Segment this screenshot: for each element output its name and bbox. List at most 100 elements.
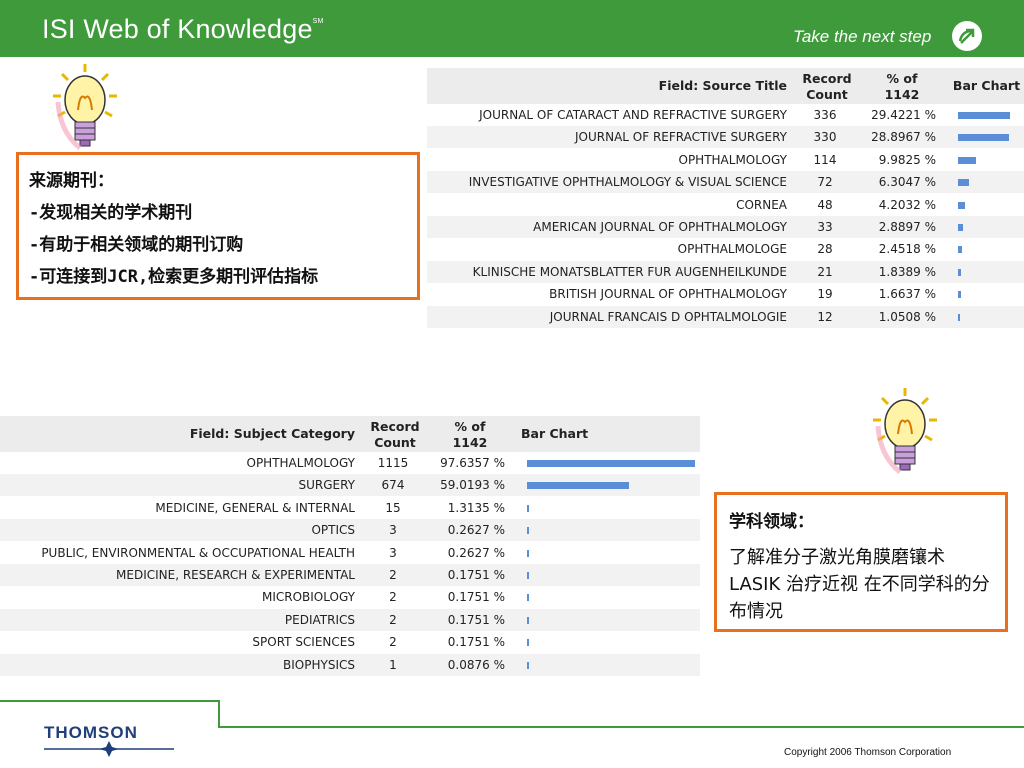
row-name-link[interactable]: OPHTHALMOLOGE [678, 238, 787, 260]
percent-header-1[interactable]: % of [440, 419, 500, 434]
field-header[interactable]: Field: Source Title [617, 78, 787, 93]
table-row: SURGERY 674 59.0193 % [0, 474, 700, 497]
table-row: CORNEA 48 4.2032 % [427, 194, 1024, 216]
table-row: KLINISCHE MONATSBLATTER FUR AUGENHEILKUN… [427, 260, 1024, 283]
row-name-link[interactable]: CORNEA [736, 194, 787, 216]
percent-value: 1.6637 % [878, 287, 936, 302]
note-line: -有助于相关领域的期刊订购 [29, 235, 244, 255]
record-count: 674 [381, 478, 405, 493]
record-count: 19 [817, 287, 833, 302]
table-row: OPHTHALMOLOGY 114 9.9825 % [427, 149, 1024, 171]
row-name-link[interactable]: JOURNAL OF REFRACTIVE SURGERY [575, 126, 787, 148]
bar-chart-bar [527, 460, 695, 467]
table-row: BRITISH JOURNAL OF OPHTHALMOLOGY 19 1.6637… [427, 283, 1024, 305]
bar-chart-bar [527, 661, 529, 669]
footer-divider [0, 700, 219, 702]
percent-value: 1.8389 % [878, 264, 936, 279]
percent-value: 0.1751 % [447, 612, 505, 627]
table-row: PUBLIC, ENVIRONMENTAL & OCCUPATIONAL HEA… [0, 542, 700, 564]
row-name-link[interactable]: KLINISCHE MONATSBLATTER FUR AUGENHEILKUN… [473, 261, 787, 283]
field-header[interactable]: Field: Subject Category [150, 426, 355, 441]
percent-value: 28.8967 % [871, 130, 936, 145]
row-name-link[interactable]: AMERICAN JOURNAL OF OPHTHALMOLOGY [533, 216, 787, 238]
record-count: 1 [389, 657, 397, 672]
record-count: 2 [389, 635, 397, 650]
table-row: MEDICINE, RESEARCH & EXPERIMENTAL 2 0.1751… [0, 564, 700, 586]
record-count: 3 [389, 523, 397, 538]
table-header: Field: Subject Category Record Count % o… [0, 416, 700, 452]
percent-value: 2.4518 % [878, 242, 936, 257]
record-count: 12 [817, 309, 833, 324]
row-name-link[interactable]: OPTICS [311, 519, 355, 541]
table-row: PEDIATRICS 2 0.1751 % [0, 608, 700, 631]
bar-chart-bar [958, 156, 976, 164]
record-count: 114 [813, 152, 837, 167]
percent-value: 1.3135 % [447, 500, 505, 515]
star-icon [44, 741, 174, 757]
header-bar: ISI Web of KnowledgeSM Take the next ste… [0, 0, 1024, 57]
percent-value: 59.0193 % [440, 478, 505, 493]
subject-category-note: 学科领域： 了解准分子激光角膜磨镶术 LASIK 治疗近视 在不同学科的分布情况 [714, 492, 1008, 632]
percent-value: 6.3047 % [878, 175, 936, 190]
row-name-link[interactable]: MEDICINE, GENERAL & INTERNAL [155, 497, 355, 519]
table-row: JOURNAL OF CATARACT AND REFRACTIVE SURGE… [427, 104, 1024, 126]
bar-chart-bar [958, 291, 961, 299]
record-count-header-1[interactable]: Record [365, 419, 425, 434]
record-count: 28 [817, 242, 833, 257]
table-row: OPHTHALMOLOGE 28 2.4518 % [427, 238, 1024, 260]
bar-chart-bar [958, 246, 963, 254]
record-count: 48 [817, 197, 833, 212]
source-title-table: Field: Source Title Record Count % of 11… [427, 68, 1024, 330]
percent-value: 97.6357 % [440, 456, 505, 470]
record-count-header-1[interactable]: Record [797, 71, 857, 86]
row-name-link[interactable]: SURGERY [298, 474, 355, 496]
table-row: MEDICINE, GENERAL & INTERNAL 15 1.3135 % [0, 497, 700, 519]
table-row: INVESTIGATIVE OPHTHALMOLOGY & VISUAL SCI… [427, 171, 1024, 194]
bar-chart-bar [527, 616, 529, 624]
percent-header-1[interactable]: % of [872, 71, 932, 86]
row-name-link[interactable]: PEDIATRICS [285, 609, 355, 631]
row-name-link[interactable]: INVESTIGATIVE OPHTHALMOLOGY & VISUAL SCI… [469, 171, 787, 193]
record-count: 21 [817, 264, 833, 279]
tagline: Take the next step [793, 27, 932, 46]
bar-chart-header: Bar Chart [521, 426, 589, 441]
app-title-text: ISI Web of Knowledge [42, 14, 313, 44]
percent-value: 2.8897 % [878, 220, 936, 234]
row-name-link[interactable]: JOURNAL OF CATARACT AND REFRACTIVE SURGE… [479, 104, 787, 126]
percent-value: 1.0508 % [878, 309, 936, 324]
note-body: 了解准分子激光角膜磨镶术 LASIK 治疗近视 在不同学科的分布情况 [729, 547, 990, 622]
note-heading: 学科领域： [729, 512, 814, 532]
row-name-link[interactable]: PUBLIC, ENVIRONMENTAL & OCCUPATIONAL HEA… [41, 542, 355, 564]
record-count: 15 [385, 500, 401, 515]
row-name-link[interactable]: MICROBIOLOGY [262, 586, 355, 608]
percent-value: 0.2627 % [447, 523, 505, 538]
record-count: 33 [817, 220, 833, 234]
table-row: JOURNAL OF REFRACTIVE SURGERY 330 28.8967 … [427, 126, 1024, 149]
table-header: Field: Source Title Record Count % of 11… [427, 68, 1024, 104]
bar-chart-header: Bar Chart [952, 78, 1021, 93]
row-name-link[interactable]: OPHTHALMOLOGY [247, 452, 356, 474]
record-count: 72 [817, 175, 833, 190]
table-row: AMERICAN JOURNAL OF OPHTHALMOLOGY 33 2.889… [427, 216, 1024, 238]
row-name-link[interactable]: JOURNAL FRANCAIS D OPHTALMOLOGIE [550, 306, 787, 328]
record-count: 330 [813, 130, 837, 145]
record-count: 1115 [377, 456, 409, 470]
bar-chart-bar [527, 482, 629, 490]
bar-chart-bar [527, 639, 529, 647]
percent-value: 0.0876 % [447, 657, 505, 672]
service-mark: SM [312, 18, 324, 25]
arrow-circle-icon[interactable] [952, 21, 982, 51]
percent-value: 0.1751 % [447, 635, 505, 650]
table-row: BIOPHYSICS 1 0.0876 % [0, 653, 700, 676]
row-name-link[interactable]: OPHTHALMOLOGY [679, 149, 788, 171]
bar-chart-bar [958, 179, 970, 187]
record-count: 2 [389, 612, 397, 627]
row-name-link[interactable]: MEDICINE, RESEARCH & EXPERIMENTAL [116, 564, 355, 586]
row-name-link[interactable]: BIOPHYSICS [283, 654, 355, 676]
bar-chart-bar [958, 134, 1010, 142]
bar-chart-bar [527, 594, 529, 602]
row-name-link[interactable]: BRITISH JOURNAL OF OPHTHALMOLOGY [549, 283, 787, 305]
footer-divider [218, 700, 220, 728]
row-name-link[interactable]: SPORT SCIENCES [252, 631, 355, 653]
record-count-header-2: Count [806, 87, 848, 102]
